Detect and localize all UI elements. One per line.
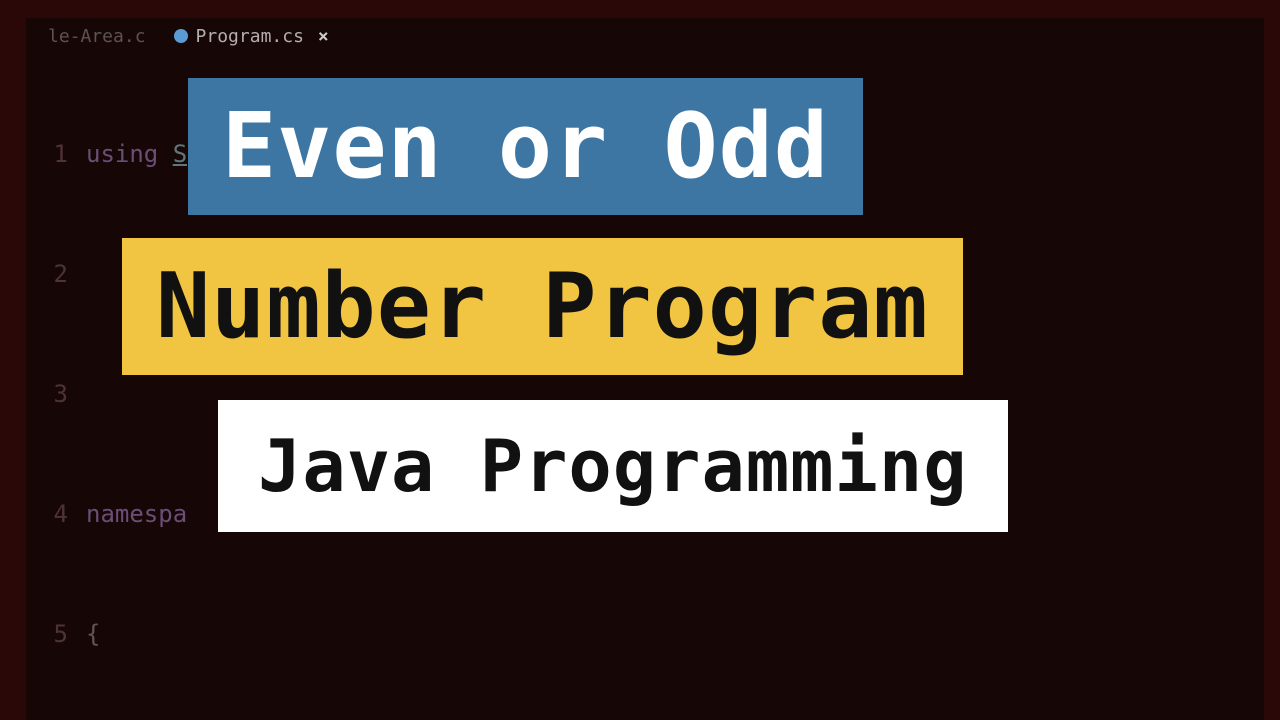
- code-line: 4namespa: [26, 494, 1264, 534]
- tab-inactive[interactable]: le-Area.c: [34, 20, 160, 53]
- tab-bar: le-Area.c Program.cs ×: [26, 18, 1264, 54]
- code-line: 1using System;: [26, 134, 1264, 174]
- csharp-file-icon: [174, 29, 188, 43]
- code-line: 5{: [26, 614, 1264, 654]
- tab-label: le-Area.c: [48, 26, 146, 47]
- code-line: 2: [26, 254, 1264, 294]
- tab-active[interactable]: Program.cs ×: [160, 20, 343, 53]
- editor-window: le-Area.c Program.cs × 1using System; 2 …: [26, 18, 1264, 720]
- tab-label: Program.cs: [196, 26, 304, 47]
- code-editor[interactable]: 1using System; 2 3 4namespa 5{ 6 7 8 9 1…: [26, 54, 1264, 720]
- close-icon[interactable]: ×: [318, 26, 329, 47]
- code-line: 3: [26, 374, 1264, 414]
